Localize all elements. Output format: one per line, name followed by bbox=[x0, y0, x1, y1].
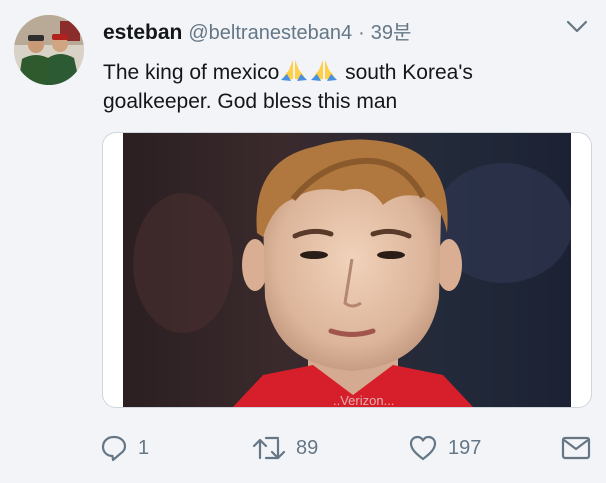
user-handle[interactable]: @beltranesteban4 bbox=[188, 22, 352, 44]
image-watermark: ..Verizon... bbox=[333, 393, 394, 407]
tweet-header: esteban @beltranesteban4 · 39분 bbox=[103, 16, 546, 44]
envelope-icon bbox=[561, 436, 591, 460]
retweet-count: 89 bbox=[296, 436, 319, 459]
separator: · bbox=[358, 22, 365, 44]
tweet-text: The king of mexico south Korea's goalkee… bbox=[103, 58, 573, 116]
retweet-icon bbox=[252, 436, 286, 460]
direct-message-button[interactable] bbox=[561, 428, 591, 468]
reply-icon bbox=[101, 435, 127, 462]
avatar[interactable] bbox=[14, 15, 84, 85]
avatar-photo bbox=[14, 15, 84, 85]
tweet-actions: 1 89 197 bbox=[100, 428, 600, 468]
folded-hands-icon bbox=[311, 60, 338, 81]
reply-button[interactable]: 1 bbox=[100, 428, 149, 468]
tweet[interactable]: esteban @beltranesteban4 · 39분 The king of … bbox=[0, 0, 606, 483]
like-button[interactable]: 197 bbox=[408, 428, 481, 468]
reply-count: 1 bbox=[138, 436, 150, 459]
goalkeeper-photo: ..Verizon... bbox=[123, 133, 571, 407]
folded-hands-icon bbox=[281, 60, 308, 81]
retweet-button[interactable]: 89 bbox=[252, 428, 318, 468]
tweet-text-part1: The king of mexico bbox=[103, 61, 280, 84]
like-count: 197 bbox=[448, 436, 482, 459]
tweet-time[interactable]: 39분 bbox=[371, 22, 412, 44]
heart-icon bbox=[409, 435, 437, 461]
display-name[interactable]: esteban bbox=[103, 21, 182, 44]
tweet-photo[interactable]: ..Verizon... bbox=[123, 133, 571, 407]
media-card[interactable]: ..Verizon... bbox=[102, 132, 592, 408]
chevron-down-icon[interactable] bbox=[566, 20, 588, 34]
